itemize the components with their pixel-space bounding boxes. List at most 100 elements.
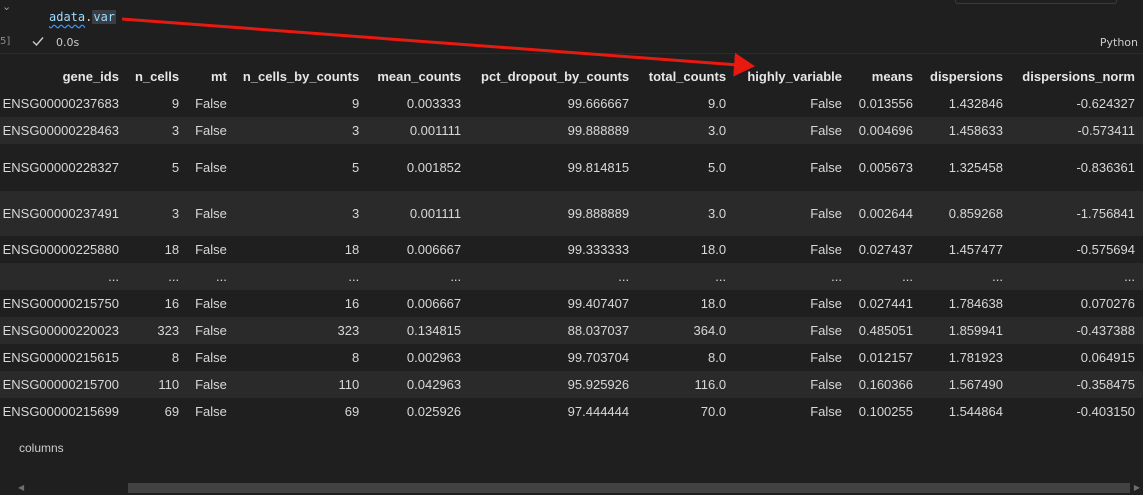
table-cell: 110 [126, 371, 188, 398]
table-cell: ENSG00000215699 [0, 398, 127, 425]
table-cell: 5 [126, 144, 188, 191]
column-header-means: means [850, 62, 921, 90]
table-cell: False [187, 144, 235, 191]
table-cell: ... [469, 263, 638, 290]
table-cell: -0.624327 [1010, 90, 1143, 117]
table-cell: 99.666667 [469, 90, 638, 117]
table-cell: 0.003333 [367, 90, 470, 117]
table-cell: False [187, 236, 235, 263]
table-cell: ... [126, 263, 188, 290]
table-cell: 95.925926 [469, 371, 638, 398]
table-cell: ENSG00000215700 [0, 371, 127, 398]
table-cell: 0.006667 [367, 290, 470, 317]
table-cell: False [187, 191, 235, 236]
table-cell: 3.0 [637, 117, 735, 144]
table-cell: 9.0 [637, 90, 735, 117]
table-cell: 0.134815 [367, 317, 470, 344]
table-cell: 0.001852 [367, 144, 470, 191]
table-cell: 0.859268 [920, 191, 1011, 236]
table-cell: 5 [234, 144, 368, 191]
table-cell: 3 [126, 191, 188, 236]
table-cell: 110 [234, 371, 368, 398]
table-body: ENSG00000237683 9 False 9 0.003333 99.666667 9… [0, 90, 1143, 425]
column-header-dispersions: dispersions [920, 62, 1011, 90]
table-cell: False [734, 90, 850, 117]
table-cell: 1.457477 [920, 236, 1011, 263]
table-cell: 1.432846 [920, 90, 1011, 117]
table-cell: 99.888889 [469, 117, 638, 144]
table-cell: 8.0 [637, 344, 735, 371]
table-cell: 69 [234, 398, 368, 425]
table-cell: 1.781923 [920, 344, 1011, 371]
table-cell: 1.458633 [920, 117, 1011, 144]
table-cell: False [734, 236, 850, 263]
table-cell: False [734, 144, 850, 191]
table-cell: -0.575694 [1010, 236, 1143, 263]
table-cell: 0.064915 [1010, 344, 1143, 371]
table-row: ENSG00000228327 5 False 5 0.001852 99.814815 5… [0, 144, 1143, 191]
table-cell: 5.0 [637, 144, 735, 191]
language-selector[interactable]: Python [1100, 36, 1138, 49]
table-cell: 3.0 [637, 191, 735, 236]
table-cell: -0.437388 [1010, 317, 1143, 344]
table-cell: 3 [126, 117, 188, 144]
table-cell: ENSG00000215615 [0, 344, 127, 371]
check-icon [32, 37, 44, 47]
table-cell: 364.0 [637, 317, 735, 344]
table-cell: 0.001111 [367, 117, 470, 144]
scrollbar-thumb[interactable] [128, 483, 1130, 493]
table-row: ENSG00000237683 9 False 9 0.003333 99.666667 9… [0, 90, 1143, 117]
table-cell: 0.013556 [850, 90, 921, 117]
table-cell: 9 [234, 90, 368, 117]
table-row: ENSG00000220023 323 False 323 0.134815 88.037… [0, 317, 1143, 344]
column-header-n-cells-by-counts: n_cells_by_counts [234, 62, 368, 90]
table-header-row: gene_ids n_cells mt n_cells_by_counts mean_c… [0, 62, 1143, 90]
column-header-dispersions-norm: dispersions_norm [1010, 62, 1143, 90]
table-cell: 0.005673 [850, 144, 921, 191]
table-cell: 88.037037 [469, 317, 638, 344]
table-cell: 0.027441 [850, 290, 921, 317]
table-cell: 0.485051 [850, 317, 921, 344]
table-row: ENSG00000215750 16 False 16 0.006667 99.40740… [0, 290, 1143, 317]
table-row: ENSG00000215699 69 False 69 0.025926 97.44444… [0, 398, 1143, 425]
code-editor-line[interactable]: adata.var [49, 10, 117, 24]
table-cell: 18.0 [637, 290, 735, 317]
table-cell: 0.042963 [367, 371, 470, 398]
scroll-right-icon[interactable]: ▶ [1134, 483, 1140, 492]
table-cell: 70.0 [637, 398, 735, 425]
table-cell: 97.444444 [469, 398, 638, 425]
execution-time: 0.0s [56, 36, 80, 49]
execution-count: 5] [0, 36, 11, 47]
table-cell: False [187, 317, 235, 344]
table-cell: 323 [126, 317, 188, 344]
table-cell: 18 [234, 236, 368, 263]
code-variable: adata [49, 10, 86, 24]
table-cell: ... [367, 263, 470, 290]
table-cell: False [187, 344, 235, 371]
table-cell: False [187, 290, 235, 317]
table-cell: -0.403150 [1010, 398, 1143, 425]
table-cell: ... [1010, 263, 1143, 290]
column-header-pct-dropout-by-counts: pct_dropout_by_counts [469, 62, 638, 90]
table-cell: 0.070276 [1010, 290, 1143, 317]
table-cell: 1.325458 [920, 144, 1011, 191]
table-cell: 0.012157 [850, 344, 921, 371]
table-cell: 0.004696 [850, 117, 921, 144]
dataframe-output: gene_ids n_cells mt n_cells_by_counts mean_c… [0, 62, 1143, 427]
table-cell: 99.814815 [469, 144, 638, 191]
table-cell: ENSG00000220023 [0, 317, 127, 344]
horizontal-scrollbar[interactable]: ◀ ▶ [0, 480, 1143, 495]
table-cell: ... [187, 263, 235, 290]
table-row: ................................. [0, 263, 1143, 290]
table-cell: 99.333333 [469, 236, 638, 263]
chevron-down-icon[interactable]: ⌄ [2, 0, 11, 13]
column-header-mean-counts: mean_counts [367, 62, 470, 90]
scroll-left-icon[interactable]: ◀ [18, 483, 24, 492]
table-cell: -0.573411 [1010, 117, 1143, 144]
code-cell[interactable]: ⌄ 5] adata.var 0.0s Python [0, 0, 1143, 60]
column-header-mt: mt [187, 62, 235, 90]
table-cell: ... [0, 263, 127, 290]
table-cell: -0.358475 [1010, 371, 1143, 398]
table-cell: -0.836361 [1010, 144, 1143, 191]
table-cell: 99.407407 [469, 290, 638, 317]
